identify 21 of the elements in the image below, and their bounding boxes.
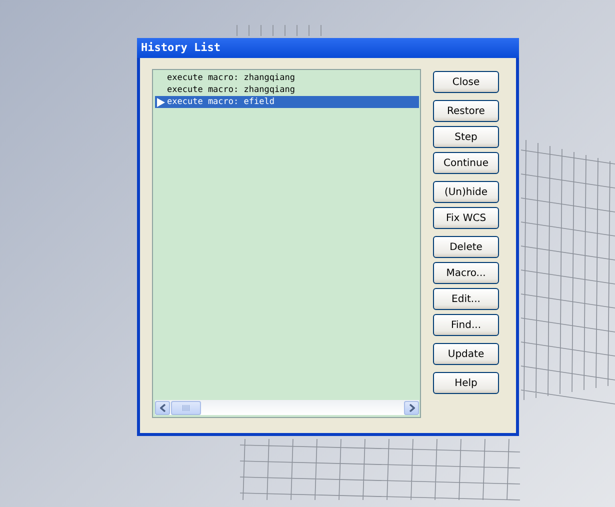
horizontal-scrollbar[interactable] bbox=[155, 400, 419, 415]
dialog-button[interactable]: Update bbox=[433, 343, 499, 365]
dialog-button[interactable]: Macro... bbox=[433, 262, 499, 284]
dialog-button[interactable]: Fix WCS bbox=[433, 207, 499, 229]
dialog-button[interactable]: Step bbox=[433, 126, 499, 148]
dialog-button[interactable]: Close bbox=[433, 71, 499, 93]
pointer-icon bbox=[157, 98, 165, 106]
dialog-button[interactable]: Find... bbox=[433, 314, 499, 336]
dialog-button[interactable]: Continue bbox=[433, 152, 499, 174]
dialog-button[interactable]: Delete bbox=[433, 236, 499, 258]
dialog-button[interactable]: (Un)hide bbox=[433, 181, 499, 203]
window-title: History List bbox=[137, 38, 519, 58]
dialog-button[interactable]: Help bbox=[433, 372, 499, 394]
dialog-button[interactable]: Restore bbox=[433, 100, 499, 122]
scrollbar-thumb[interactable] bbox=[171, 400, 201, 414]
scroll-left-icon[interactable] bbox=[155, 400, 170, 414]
scroll-right-icon[interactable] bbox=[404, 400, 419, 414]
history-item[interactable]: execute macro: efield bbox=[155, 96, 419, 108]
history-item[interactable]: execute macro: zhangqiang bbox=[155, 72, 419, 84]
dialog-button[interactable]: Edit... bbox=[433, 288, 499, 310]
history-item[interactable]: execute macro: zhangqiang bbox=[155, 84, 419, 96]
